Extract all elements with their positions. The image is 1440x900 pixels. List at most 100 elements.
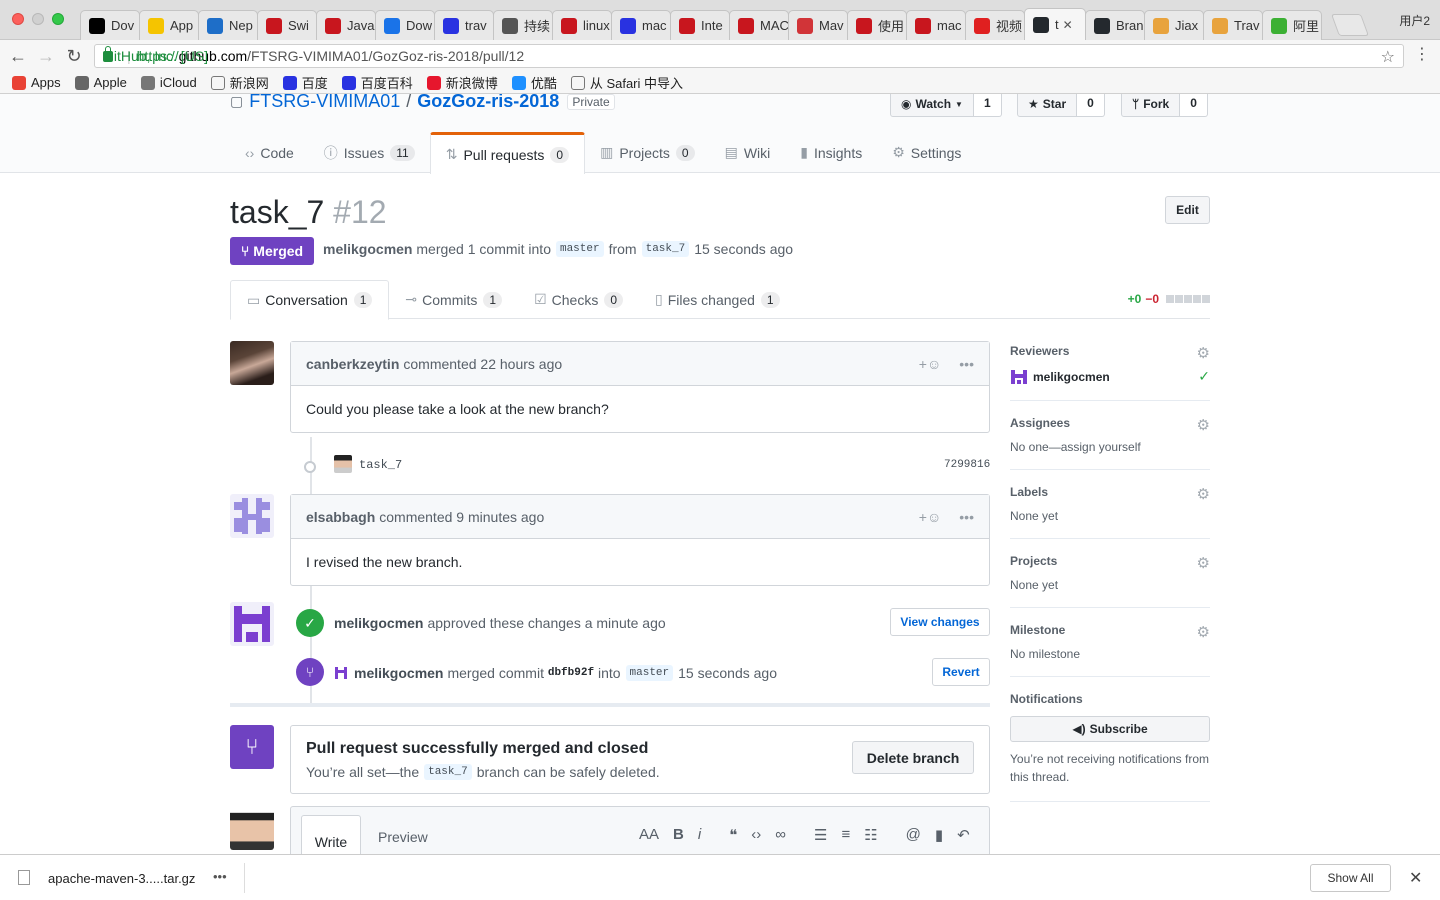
reload-button[interactable]: ↻ <box>62 44 86 68</box>
browser-tab[interactable]: App <box>139 10 199 40</box>
browser-tab[interactable]: Jiax <box>1144 10 1204 40</box>
pr-tab-commits[interactable]: ⊸ Commits 1 <box>389 280 518 319</box>
comment-author[interactable]: elsabbagh <box>306 509 375 525</box>
gear-icon[interactable]: ⚙ <box>1197 485 1210 503</box>
fork-count[interactable]: 0 <box>1180 94 1208 117</box>
bullet-list-icon[interactable]: ☰ <box>814 826 827 844</box>
bookmark-item[interactable]: 新浪微博 <box>426 73 498 92</box>
browser-tab[interactable]: trav <box>434 10 494 40</box>
assignees-text[interactable]: No one—assign yourself <box>1010 440 1210 454</box>
pr-author-link[interactable]: melikgocmen <box>323 241 412 257</box>
projects-heading[interactable]: Projects <box>1010 554 1210 568</box>
write-tab[interactable]: Write <box>301 815 361 854</box>
bookmark-item[interactable]: iCloud <box>140 75 197 90</box>
pr-tab-files-changed[interactable]: ▯ Files changed 1 <box>639 280 796 319</box>
gear-icon[interactable]: ⚙ <box>1197 344 1210 362</box>
avatar-current-user[interactable] <box>230 806 274 850</box>
browser-tab[interactable]: Swi <box>257 10 317 40</box>
bookmark-item[interactable]: 新浪网 <box>210 73 269 92</box>
repo-nav-issues[interactable]: ⓘ Issues 11 <box>309 132 430 173</box>
browser-tab[interactable]: 视频 <box>965 10 1025 40</box>
browser-tab[interactable]: Nep <box>198 10 258 40</box>
commit-author-avatar[interactable] <box>334 455 352 473</box>
bold-icon[interactable]: B <box>673 826 684 844</box>
browser-tab[interactable]: Mav <box>788 10 848 40</box>
head-branch[interactable]: task_7 <box>641 241 690 257</box>
gear-icon[interactable]: ⚙ <box>1197 623 1210 641</box>
watch-button[interactable]: ◉ Watch ▼ <box>890 94 974 117</box>
new-tab-button[interactable] <box>1330 14 1370 36</box>
gear-icon[interactable]: ⚙ <box>1197 416 1210 434</box>
review-author[interactable]: melikgocmen <box>334 615 423 631</box>
browser-tab[interactable]: 阿里 <box>1262 10 1322 40</box>
comment-time[interactable]: 9 minutes ago <box>456 509 544 525</box>
saved-reply-icon[interactable]: ▮ <box>935 826 943 844</box>
star-count[interactable]: 0 <box>1077 94 1105 117</box>
bookmark-item[interactable]: 优酷 <box>511 73 557 92</box>
commit-sha[interactable]: 7299816 <box>944 459 990 471</box>
browser-tab[interactable]: t ✕ <box>1024 8 1086 40</box>
bookmark-item[interactable]: Apps <box>12 75 61 90</box>
close-download-bar-icon[interactable]: ✕ <box>1409 868 1422 888</box>
assignees-heading[interactable]: Assignees <box>1010 416 1210 430</box>
browser-tab[interactable]: Bran <box>1085 10 1145 40</box>
view-changes-button[interactable]: View changes <box>890 608 990 636</box>
bookmark-star-icon[interactable]: ☆ <box>1381 47 1395 67</box>
avatar-melikgocmen[interactable] <box>230 602 274 646</box>
more-options-icon[interactable]: ••• <box>959 509 974 525</box>
close-tab-icon[interactable]: ✕ <box>1063 18 1073 32</box>
reply-icon[interactable]: ↶ <box>957 826 970 844</box>
browser-tab[interactable]: mac <box>611 10 671 40</box>
bookmark-item[interactable]: 百度百科 <box>341 73 413 92</box>
edit-title-button[interactable]: Edit <box>1165 196 1210 224</box>
profile-name[interactable]: 用户2 <box>1399 12 1430 29</box>
merge-target-branch[interactable]: master <box>625 665 674 681</box>
review-time[interactable]: a minute ago <box>585 615 666 631</box>
numbered-list-icon[interactable]: ≡ <box>841 826 850 844</box>
repo-nav-projects[interactable]: ▥ Projects 0 <box>585 132 710 173</box>
comment-time[interactable]: 22 hours ago <box>480 356 562 372</box>
merge-commit-sha[interactable]: dbfb92f <box>548 667 594 679</box>
download-filename[interactable]: apache-maven-3.....tar.gz <box>48 871 195 886</box>
gear-icon[interactable]: ⚙ <box>1197 554 1210 572</box>
browser-menu-icon[interactable]: ⋮ <box>1414 44 1430 64</box>
add-reaction-icon[interactable]: +☺ <box>919 509 941 525</box>
comment-author[interactable]: canberkzeytin <box>306 356 399 372</box>
pr-tab-conversation[interactable]: ▭ Conversation 1 <box>230 280 390 320</box>
repo-nav-code[interactable]: ‹› Code <box>230 132 309 173</box>
forward-button[interactable]: → <box>34 44 58 68</box>
browser-tab[interactable]: mac <box>906 10 966 40</box>
mention-icon[interactable]: @ <box>906 826 921 844</box>
diffstat[interactable]: +0 −0 <box>1128 292 1210 306</box>
maximize-window-button[interactable] <box>52 13 64 25</box>
bookmark-item[interactable]: 从 Safari 中导入 <box>570 73 683 92</box>
star-button[interactable]: ★ Star <box>1017 94 1078 117</box>
repo-nav-settings[interactable]: ⚙ Settings <box>877 132 976 173</box>
browser-tab[interactable]: Trav <box>1203 10 1263 40</box>
commit-message[interactable]: task_7 <box>359 458 402 472</box>
repo-nav-wiki[interactable]: ▤ Wiki <box>710 132 786 173</box>
address-bar[interactable]: GitHub, Inc. [US] | https:// github.com … <box>94 44 1404 68</box>
browser-tab[interactable]: 持续 <box>493 10 553 40</box>
browser-tab[interactable]: Inte <box>670 10 730 40</box>
minimize-window-button[interactable] <box>32 13 44 25</box>
show-all-button[interactable]: Show All <box>1310 864 1391 892</box>
quote-icon[interactable]: ❝ <box>729 826 737 844</box>
reviewers-heading[interactable]: Reviewers <box>1010 344 1210 358</box>
labels-heading[interactable]: Labels <box>1010 485 1210 499</box>
avatar-elsabbagh[interactable] <box>230 494 274 538</box>
header-icon[interactable]: AA <box>639 826 659 844</box>
delete-branch-button[interactable]: Delete branch <box>852 741 974 774</box>
back-button[interactable]: ← <box>6 44 30 68</box>
repo-nav-pull-requests[interactable]: ⇅ Pull requests 0 <box>429 132 586 174</box>
code-icon[interactable]: ‹› <box>751 826 761 844</box>
add-reaction-icon[interactable]: +☺ <box>919 356 941 372</box>
more-options-icon[interactable]: ••• <box>959 356 974 372</box>
repo-nav-insights[interactable]: ▮ Insights <box>785 132 877 173</box>
bookmark-item[interactable]: 百度 <box>282 73 328 92</box>
repo-name-link[interactable]: GozGoz-ris-2018 <box>417 94 559 112</box>
download-options-icon[interactable]: ••• <box>213 869 227 884</box>
browser-tab[interactable]: 使用 <box>847 10 907 40</box>
browser-tab[interactable]: Dow <box>375 10 435 40</box>
milestone-heading[interactable]: Milestone <box>1010 623 1210 637</box>
